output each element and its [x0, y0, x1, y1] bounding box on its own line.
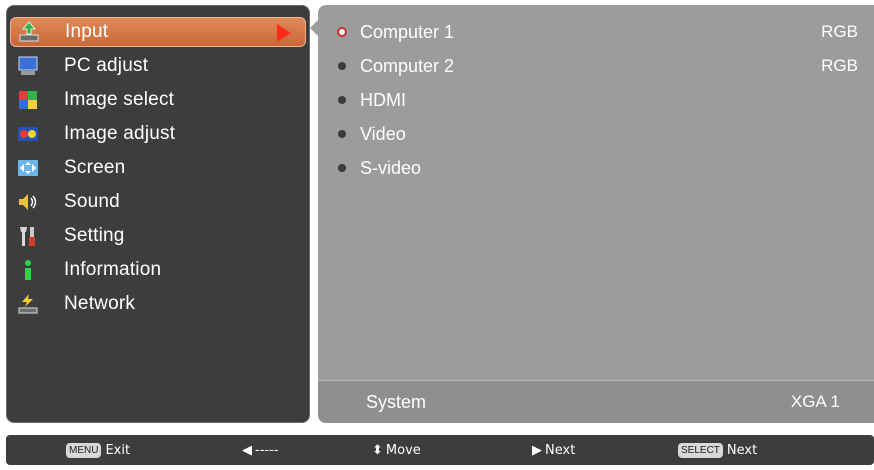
image-adjust-icon: [16, 122, 40, 146]
key-guide-bar: MENU Exit ◀ ----- ⬍ Move ▶ Next SELECT N…: [6, 435, 874, 465]
radio-dot-icon: [338, 130, 346, 138]
menu-item-label: Sound: [64, 191, 120, 212]
radio-dot-icon: [338, 96, 346, 104]
left-arrow-icon: ◀: [242, 442, 252, 458]
panel-pointer: [310, 20, 318, 36]
menu-item-label: Input: [65, 21, 109, 42]
image-select-icon: [16, 88, 40, 112]
menu-item-label: Screen: [64, 157, 126, 178]
guide-move: ⬍ Move: [372, 435, 421, 465]
source-signal: RGB: [821, 56, 858, 75]
source-item-computer-2[interactable]: Computer 2 RGB: [338, 51, 858, 81]
guide-move-label: Move: [385, 442, 421, 458]
source-name: S-video: [360, 157, 422, 178]
menu-item-label: PC adjust: [64, 55, 149, 76]
right-arrow-icon: ▶: [532, 442, 542, 458]
source-signal: RGB: [821, 22, 858, 41]
source-item-video[interactable]: Video: [338, 119, 858, 149]
menu-item-label: Image select: [64, 89, 175, 110]
menu-item-image-select[interactable]: Image select: [10, 85, 306, 115]
submenu-arrow-icon: [277, 24, 291, 42]
system-value: XGA 1: [790, 392, 840, 411]
guide-back: ◀ -----: [242, 435, 278, 465]
guide-back-label: -----: [255, 442, 279, 458]
guide-next: ▶ Next: [532, 435, 575, 465]
menu-key-icon: MENU: [66, 442, 102, 458]
input-icon: [17, 20, 41, 44]
menu-item-setting[interactable]: Setting: [10, 221, 306, 251]
input-source-panel: Computer 1 RGB Computer 2 RGB HDMI Video…: [318, 5, 874, 423]
source-name: Video: [360, 123, 406, 144]
source-item-computer-1[interactable]: Computer 1 RGB: [337, 17, 858, 47]
monitor-icon: [16, 54, 40, 78]
selected-radio-icon: [337, 27, 347, 37]
system-status-bar: System XGA 1: [318, 380, 874, 423]
source-item-s-video[interactable]: S-video: [338, 153, 858, 183]
menu-item-label: Information: [64, 259, 162, 280]
info-icon: [16, 258, 40, 282]
menu-item-network[interactable]: Network: [10, 289, 306, 319]
guide-select: SELECT Next: [678, 435, 757, 465]
menu-item-screen[interactable]: Screen: [10, 153, 306, 183]
menu-item-sound[interactable]: Sound: [10, 187, 306, 217]
system-label: System: [366, 392, 427, 412]
menu-item-label: Setting: [64, 225, 125, 246]
menu-item-information[interactable]: Information: [10, 255, 306, 285]
up-down-arrow-icon: ⬍: [372, 442, 383, 458]
menu-item-pc-adjust[interactable]: PC adjust: [10, 51, 306, 81]
source-name: HDMI: [360, 89, 406, 110]
menu-item-image-adjust[interactable]: Image adjust: [10, 119, 306, 149]
radio-dot-icon: [338, 164, 346, 172]
main-menu-panel: Input PC adjust Image select Image adjus…: [6, 5, 310, 423]
source-item-hdmi[interactable]: HDMI: [338, 85, 858, 115]
speaker-icon: [16, 190, 40, 214]
guide-select-label: Next: [726, 442, 758, 458]
guide-exit: MENU Exit: [66, 435, 130, 465]
source-name: Computer 2: [360, 55, 455, 76]
menu-item-label: Image adjust: [64, 123, 176, 144]
projector-menu-screen: Input PC adjust Image select Image adjus…: [0, 0, 874, 470]
radio-dot-icon: [338, 62, 346, 70]
tools-icon: [16, 224, 40, 248]
menu-item-label: Network: [64, 293, 136, 314]
select-key-icon: SELECT: [678, 442, 723, 458]
source-name: Computer 1: [360, 21, 455, 42]
screen-icon: [16, 156, 40, 180]
guide-exit-label: Exit: [105, 442, 131, 458]
menu-item-input[interactable]: Input: [10, 17, 306, 47]
network-icon: [16, 292, 40, 316]
guide-next-label: Next: [545, 442, 576, 458]
